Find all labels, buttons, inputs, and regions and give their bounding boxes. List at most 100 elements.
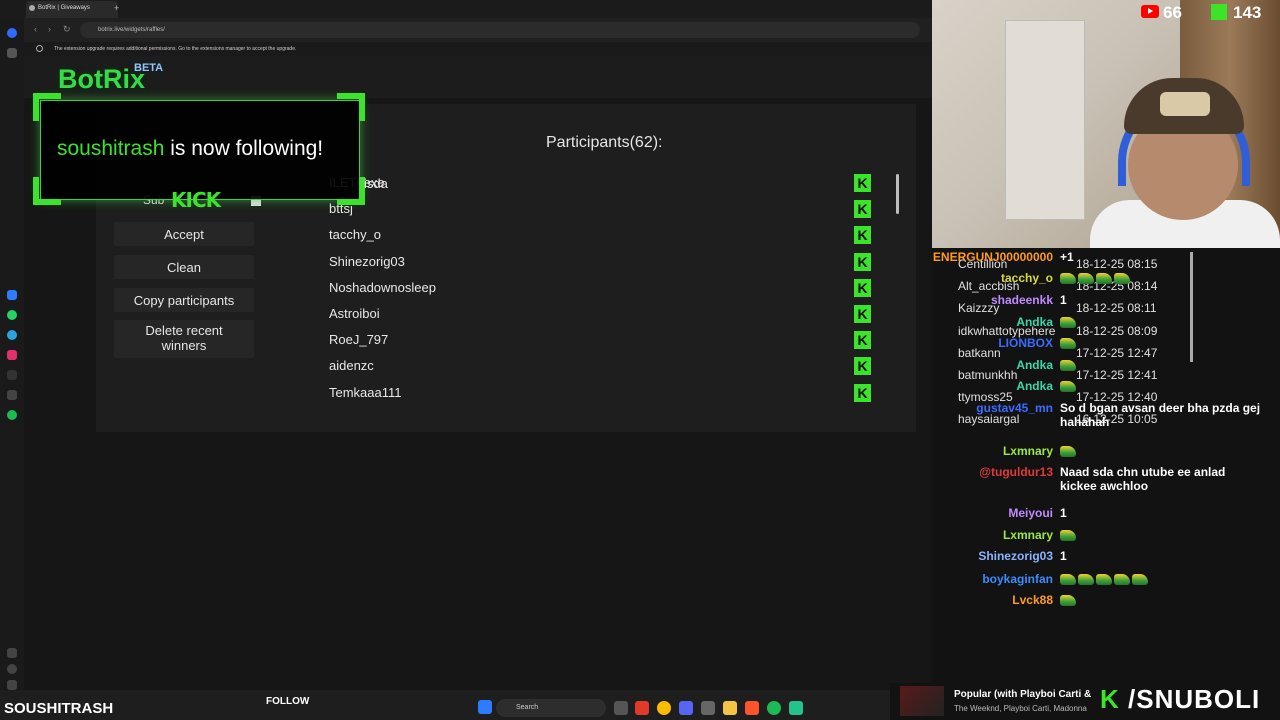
chat-message: tacchy_o — [900, 271, 1270, 285]
bookmark-icon[interactable] — [7, 48, 17, 58]
chat-username[interactable]: boykaginfan — [900, 572, 1053, 586]
taskbar-search[interactable]: Search — [496, 699, 606, 717]
tiktok-icon[interactable] — [7, 370, 17, 380]
chat-body — [1060, 336, 1265, 350]
youtube-viewers: 66 — [1163, 3, 1182, 22]
heart-icon[interactable] — [7, 648, 17, 658]
participant-name: aidenzc — [329, 358, 374, 374]
chat-text: 1 — [1060, 549, 1067, 563]
messenger-icon[interactable] — [7, 290, 17, 300]
chat-username[interactable]: shadeenkk — [900, 293, 1053, 307]
participant-row: Temkaaa111 K — [310, 380, 903, 406]
folder-icon[interactable] — [723, 701, 737, 715]
opera-icon[interactable] — [635, 701, 649, 715]
song-title: Popular (with Playboi Carti & Madonna) — [954, 689, 1092, 700]
home-icon[interactable] — [7, 28, 17, 38]
brave-icon[interactable] — [745, 701, 759, 715]
emote-icon — [1078, 574, 1094, 586]
chat-username[interactable]: gustav45_mn — [900, 401, 1053, 415]
chat-username[interactable]: tacchy_o — [900, 271, 1053, 285]
chat-message: Lxmnary — [900, 528, 1270, 542]
reload-icon[interactable]: ↻ — [63, 24, 71, 35]
history-icon[interactable] — [7, 664, 17, 674]
chat-body — [1060, 271, 1265, 285]
extension-notice-bar: The extension upgrade requires additiona… — [0, 42, 932, 56]
kick-platform-icon: K — [854, 278, 871, 297]
x-icon[interactable] — [7, 390, 17, 400]
chat-username[interactable]: Andka — [900, 315, 1053, 329]
url-field[interactable]: botrix.live/widgets/raffles/ — [80, 22, 920, 38]
frame-corner — [33, 177, 61, 205]
chat-body: +1 — [1060, 250, 1265, 264]
accept-button[interactable]: Accept — [114, 222, 254, 246]
emote-icon — [1132, 574, 1148, 586]
chat-username[interactable]: Andka — [900, 379, 1053, 393]
participants-scrollbar[interactable] — [896, 174, 899, 214]
spotify-icon[interactable] — [7, 410, 17, 420]
chat-message: Andka — [900, 315, 1270, 329]
start-icon[interactable] — [478, 700, 492, 714]
chat-username[interactable]: ENERGUNJ00000000 — [900, 250, 1053, 264]
emote-icon — [1060, 446, 1076, 458]
tab-favicon-icon — [29, 5, 35, 11]
chat-body — [1060, 315, 1265, 329]
chat-message: @tuguldur13 Naad sda chn utube ee anlad k… — [900, 465, 1270, 493]
participant-name: Astroiboi — [329, 305, 380, 321]
follow-alert-text: soushitrash is now following! — [57, 137, 323, 161]
chat-username[interactable]: Shinezorig03 — [900, 549, 1053, 563]
chat-username[interactable]: Lvck88 — [900, 593, 1053, 607]
chat-body — [1060, 572, 1265, 586]
settings-icon[interactable] — [701, 701, 715, 715]
forward-icon[interactable]: › — [48, 24, 51, 34]
chat-text: So d bgan avsan deer bha pzda gej hahaha… — [1060, 401, 1261, 429]
chat-text: +1 — [1060, 250, 1074, 264]
emote-icon — [1060, 595, 1076, 607]
botrix-logo: BotRix — [58, 64, 145, 94]
chat-body — [1060, 358, 1265, 372]
chat-body: Naad sda chn utube ee anlad kickee awchl… — [1060, 465, 1265, 493]
clean-button[interactable]: Clean — [114, 255, 254, 279]
song-artist: The Weeknd, Playboi Carti, Madonna — [954, 704, 1087, 713]
emote-icon — [1060, 338, 1076, 350]
chat-message: shadeenkk 1 — [900, 293, 1270, 307]
chat-message: Meiyoui 1 — [900, 506, 1270, 520]
chat-message: Andka — [900, 358, 1270, 372]
search-label: Search — [516, 704, 539, 711]
emote-icon — [1060, 273, 1076, 285]
whatsapp-icon[interactable] — [7, 310, 17, 320]
chat-username[interactable]: LIONBOX — [900, 336, 1053, 350]
delete-recent-winners-button[interactable]: Delete recent winners — [114, 320, 254, 358]
browser-sidebar — [0, 18, 24, 690]
chat-username[interactable]: @tuguldur13 — [900, 465, 1053, 479]
emote-icon — [1114, 574, 1130, 586]
beta-badge: BETA — [134, 62, 164, 74]
more-icon[interactable] — [7, 680, 17, 690]
emote-icon — [1060, 317, 1076, 329]
new-tab-button[interactable]: + — [114, 3, 119, 13]
chat-username[interactable]: Andka — [900, 358, 1053, 372]
chrome-icon[interactable] — [657, 701, 671, 715]
kick-platform-icon: K — [854, 357, 871, 376]
emote-icon — [1096, 574, 1112, 586]
chat-username[interactable]: Lxmnary — [900, 528, 1053, 542]
cap-logo — [1160, 92, 1210, 116]
chat-body — [1060, 528, 1265, 542]
chat-body — [1060, 444, 1265, 458]
browser-tab[interactable]: BotRix | Giveaways — [26, 1, 118, 18]
url-text: botrix.live/widgets/raffles/ — [98, 27, 165, 33]
instagram-icon[interactable] — [7, 350, 17, 360]
discord-icon[interactable] — [679, 701, 693, 715]
kick-platform-icon: K — [854, 226, 871, 245]
telegram-icon[interactable] — [7, 330, 17, 340]
task-view-icon[interactable] — [614, 701, 628, 715]
participant-row: Astroiboi K — [310, 301, 903, 327]
chat-username[interactable]: Lxmnary — [900, 444, 1053, 458]
participant-name: RoeJ_797 — [329, 332, 389, 348]
back-icon[interactable]: ‹ — [34, 24, 37, 34]
tab-title: BotRix | Giveaways — [38, 5, 90, 11]
spotify-taskbar-icon[interactable] — [767, 701, 781, 715]
chat-body: 1 — [1060, 293, 1265, 307]
app-icon[interactable] — [789, 701, 803, 715]
copy-participants-button[interactable]: Copy participants — [114, 288, 254, 312]
chat-username[interactable]: Meiyoui — [900, 506, 1053, 520]
